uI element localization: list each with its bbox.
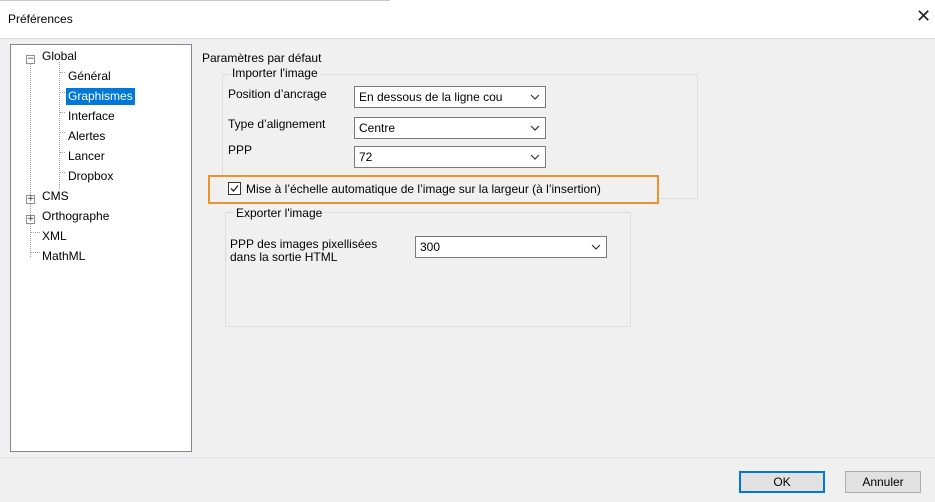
tree-item-cms[interactable]: CMS [40,188,71,205]
raster-ppp-label-line1: PPP des images pixellisées [230,237,378,251]
tree-item-lancer[interactable]: Lancer [66,148,107,165]
import-group-title: Importer l'image [230,66,320,80]
tree-item-alertes[interactable]: Alertes [66,128,107,145]
tree-item-xml[interactable]: XML [40,228,69,245]
expand-icon[interactable]: + [26,195,35,204]
tree-item-label: XML [42,229,67,243]
dialog-body: − Global Général Graphismes Interface Al… [0,38,935,502]
tree-item-label: Global [42,49,77,63]
anchor-position-label: Position d’ancrage [228,87,327,101]
tree-item-label: Lancer [68,149,105,163]
tree-connector [59,72,65,73]
tree-item-label: Graphismes [66,88,135,105]
tree-connector [59,92,65,93]
expand-icon[interactable]: + [26,215,35,224]
ppp-label: PPP [228,143,253,157]
anchor-position-select[interactable]: En dessous de la ligne cou [354,86,546,108]
export-image-group [225,212,631,327]
tree-connector [59,112,65,113]
tree-item-global[interactable]: Global [40,48,79,65]
preferences-tree[interactable]: − Global Général Graphismes Interface Al… [10,44,192,452]
raster-ppp-value: 300 [420,240,441,254]
tree-connector [59,62,60,189]
tree-item-label: Interface [68,109,115,123]
chevron-down-icon [591,244,601,250]
export-group-title: Exporter l'image [234,206,325,220]
tree-item-label: CMS [42,189,69,203]
alignment-type-value: Centre [359,121,396,135]
footer-divider [0,457,935,458]
tree-connector [59,172,65,173]
alignment-type-label: Type d’alignement [228,117,326,131]
anchor-position-value: En dessous de la ligne cou [359,90,503,104]
ppp-value: 72 [359,150,373,164]
tree-item-interface[interactable]: Interface [66,108,117,125]
auto-scale-highlight: Mise à l’échelle automatique de l’image … [208,175,659,204]
close-icon[interactable]: ✕ [916,7,931,25]
tree-item-label: Orthographe [42,209,110,223]
tree-item-dropbox[interactable]: Dropbox [66,168,115,185]
ok-button[interactable]: OK [739,471,825,493]
chevron-down-icon [530,125,540,131]
tree-item-general[interactable]: Général [66,68,113,85]
auto-scale-label[interactable]: Mise à l’échelle automatique de l’image … [246,182,601,196]
title-bar: Préférences ✕ [0,0,935,38]
tree-connector [30,232,40,233]
panel-title: Paramètres par défaut [202,51,322,65]
tree-connector [30,59,31,257]
raster-ppp-select[interactable]: 300 [415,236,607,258]
window-title: Préférences [8,12,73,26]
tree-item-label: MathML [42,249,86,263]
ppp-select[interactable]: 72 [354,146,546,168]
tree-connector [30,252,40,253]
tree-item-label: Dropbox [68,169,114,183]
tree-connector [59,152,65,153]
title-bar-edge [0,0,390,1]
tree-connector [59,132,65,133]
checkmark-icon [230,185,239,192]
alignment-type-select[interactable]: Centre [354,117,546,139]
chevron-down-icon [530,94,540,100]
tree-item-orthographe[interactable]: Orthographe [40,208,111,225]
raster-ppp-label-line2: dans la sortie HTML [230,250,338,264]
tree-item-graphismes[interactable]: Graphismes [66,88,135,105]
auto-scale-checkbox[interactable] [228,182,241,195]
tree-item-label: Général [68,69,111,83]
tree-item-label: Alertes [68,129,106,143]
collapse-icon[interactable]: − [26,55,35,64]
cancel-button[interactable]: Annuler [845,471,921,493]
tree-item-mathml[interactable]: MathML [40,248,87,265]
chevron-down-icon [530,154,540,160]
